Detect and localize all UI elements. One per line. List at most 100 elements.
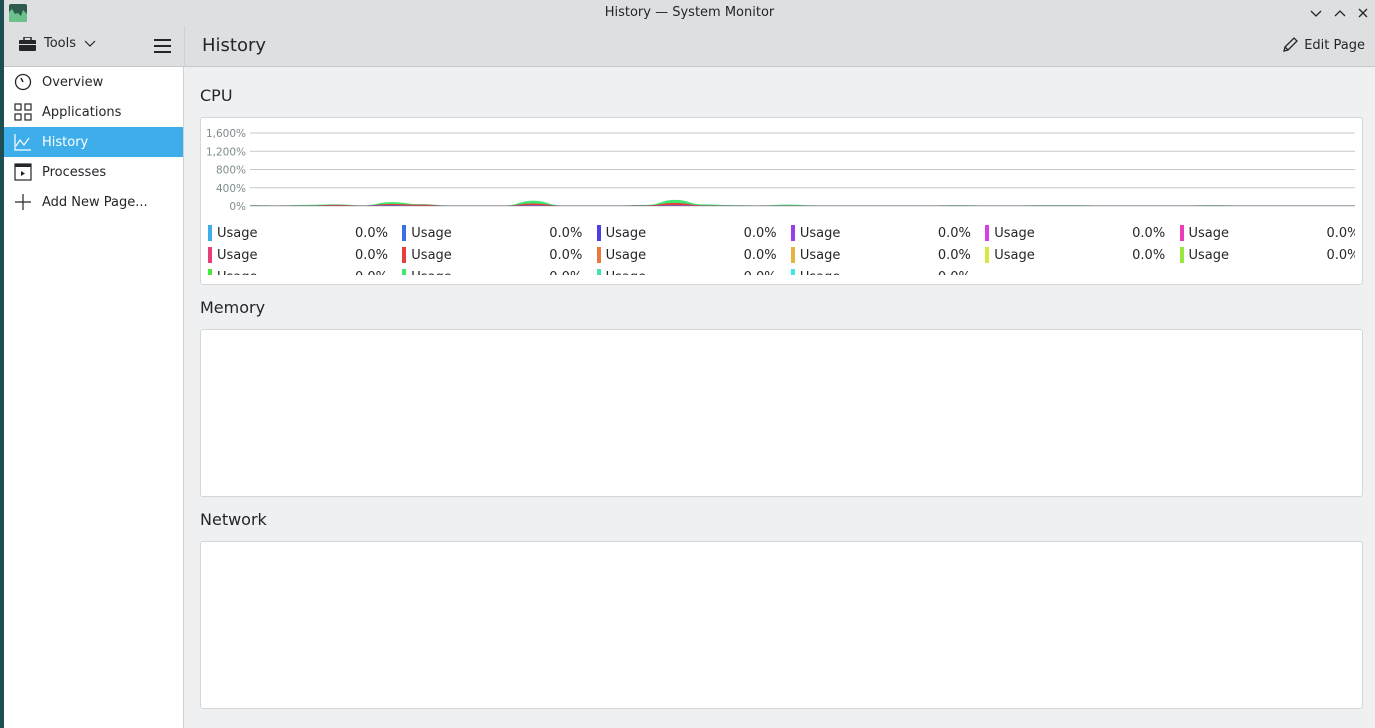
legend-swatch [790,269,795,275]
memory-section-title: Memory [200,298,266,317]
y-tick-label: 0% [229,201,246,213]
edit-page-button[interactable]: Edit Page [1282,37,1365,53]
legend-label: Usage [411,247,452,263]
sidebar-item-history[interactable]: History [4,127,183,157]
legend-swatch [402,269,407,275]
close-button[interactable] [1354,4,1372,22]
legend-label: Usage [605,247,647,263]
title-bar: History — System Monitor [4,0,1375,26]
legend-swatch [985,247,990,263]
tools-menu-button[interactable]: Tools [19,36,96,51]
sidebar-item-label: Overview [42,74,104,90]
legend-value: 0.0% [354,225,388,241]
window-title: History — System Monitor [604,5,775,20]
legend-label: Usage [217,225,258,241]
legend-item: Usage 0.0% [985,224,1165,242]
app-icon [9,4,27,22]
legend-value: 0.0% [549,225,583,241]
legend-value: 0.0% [938,270,971,276]
maximize-button[interactable] [1331,4,1349,22]
legend-swatch [402,247,407,263]
legend-label: Usage [799,225,841,241]
sidebar-item-label: Processes [42,164,107,180]
network-chart-card [200,541,1363,709]
legend-label: Usage [994,247,1035,263]
y-tick-label: 400% [216,183,246,195]
legend-label: Usage [411,225,452,241]
legend-item: Usage 0.0% [208,224,388,242]
line-chart-icon [14,134,31,151]
legend-item: Usage0.0% [402,268,582,275]
sidebar-item-overview[interactable]: Overview [4,67,183,97]
y-tick-label: 800% [216,165,246,177]
legend-swatch [1179,247,1184,263]
legend-swatch [790,225,795,241]
legend-value: 0.0% [1132,247,1166,263]
legend-item: Usage 0.0% [208,246,388,264]
legend-swatch [596,225,601,241]
legend-item: Usage 0.0% [596,246,777,264]
legend-item: Usage 0.0% [596,224,777,242]
plus-icon [15,194,31,210]
y-tick-label: 1,600% [206,128,246,140]
toolbar: Tools History Edit Page [4,26,1375,67]
legend-item: Usage 0.0% [790,246,971,264]
window: History — System Monitor Tools History E… [4,0,1375,728]
legend-label: Usage [800,270,938,276]
legend-swatch [208,225,212,241]
legend-value: 0.0% [743,225,777,241]
legend-label: Usage [606,270,744,276]
legend-value: 0.0% [937,247,971,263]
legend-label: Usage [605,225,647,241]
legend-value: 0.0% [354,247,388,263]
legend-value: 0.0% [744,270,777,276]
legend-item: Usage 0.0% [985,246,1165,264]
legend-item: Usage0.0% [596,268,777,276]
legend-swatch [985,225,990,241]
legend-swatch [596,269,601,275]
legend-label: Usage [799,247,841,263]
legend-value: 0.0% [355,270,388,276]
sidebar-item-add-new-page[interactable]: Add New Page... [4,187,183,217]
hamburger-menu-icon[interactable] [154,39,171,53]
legend-value: 0.0% [1326,225,1355,241]
tools-label: Tools [44,36,77,51]
main-content: CPU 1,600% 1,200% 800% 400% 0% Usage 0.0% Usag… [185,67,1375,728]
sidebar-item-applications[interactable]: Applications [4,97,183,127]
cpu-history-chart: 1,600% 1,200% 800% 400% 0% [206,128,1355,213]
grid-icon [14,103,32,121]
cpu-chart-card: 1,600% 1,200% 800% 400% 0% Usage 0.0% Usage 0.0… [200,117,1363,285]
speedometer-icon [14,73,32,91]
pencil-icon [1283,37,1299,52]
legend-value: 0.0% [549,247,583,263]
page-title: History [202,35,267,56]
legend-value: 0.0% [937,225,971,241]
legend-swatch [208,247,212,263]
terminal-window-icon [14,163,32,181]
legend-value: 0.0% [743,247,777,263]
edit-page-label: Edit Page [1304,37,1365,53]
sidebar-item-label: Add New Page... [42,194,148,210]
legend-swatch [208,269,212,275]
legend-swatch [596,247,601,263]
legend-item: Usage 0.0% [402,246,582,264]
legend-value: 0.0% [1132,225,1166,241]
cpu-legend[interactable]: Usage 0.0% Usage 0.0% Usage 0.0% Usage 0.0% Usag… [208,223,1355,275]
cpu-section-title: CPU [200,86,233,105]
divider [184,26,185,67]
legend-swatch [790,247,795,263]
memory-chart-card [200,329,1363,497]
legend-item: Usage 0.0% [402,224,582,242]
sidebar: Overview Applications History Processes … [4,67,184,728]
legend-label: Usage [994,225,1035,241]
minimize-button[interactable] [1307,4,1325,22]
legend-item: Usage0.0% [1179,246,1355,264]
legend-item: Usage0.0% [208,268,388,275]
legend-item: Usage 0.0% [790,224,971,242]
legend-swatch [1179,225,1184,241]
legend-value: 0.0% [549,270,582,276]
toolbox-icon [19,36,36,51]
legend-label: Usage [217,247,258,263]
legend-label: Usage [1188,225,1230,241]
sidebar-item-processes[interactable]: Processes [4,157,183,187]
